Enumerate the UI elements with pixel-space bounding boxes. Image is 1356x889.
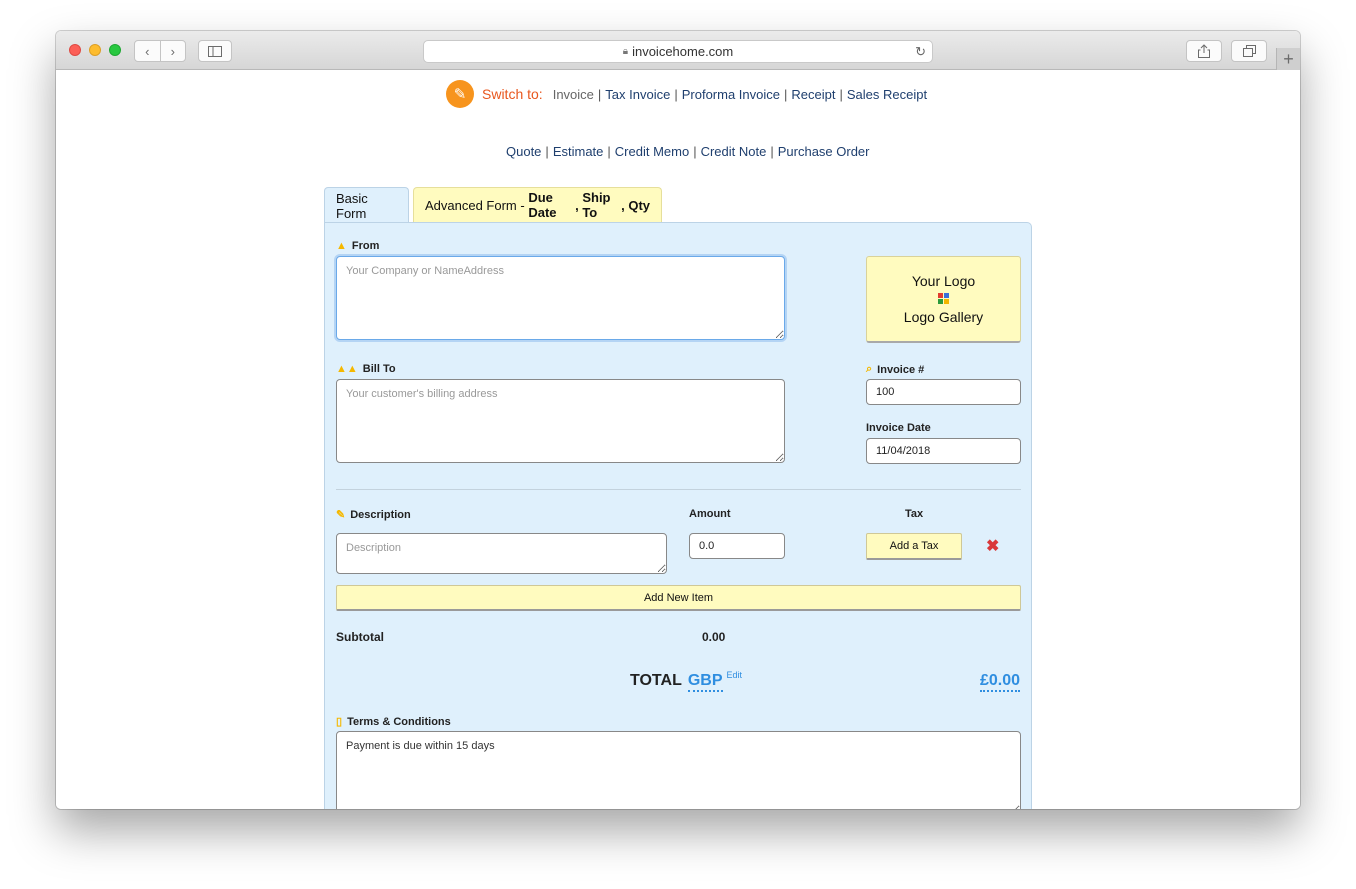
address-url: invoicehome.com [632, 44, 734, 59]
divider [336, 489, 1021, 490]
subtotal-value: 0.00 [702, 630, 726, 644]
zoom-window-button[interactable] [109, 44, 121, 56]
share-icon [1198, 44, 1210, 58]
advanced-tab-comma: , [575, 197, 583, 213]
invoice-date-label: Invoice Date [866, 422, 931, 434]
browser-toolbar: ‹ › 🔒︎ invoicehome.com ↻ + [56, 31, 1300, 70]
terms-field[interactable]: Payment is due within 15 days [336, 731, 1021, 809]
logo-line1: Your Logo [911, 273, 976, 289]
bill-to-field[interactable] [336, 379, 785, 463]
doc-link-credit-note[interactable]: Credit Note [701, 144, 767, 159]
logo-upload-button[interactable]: Your Logo Logo Gallery [866, 256, 1021, 343]
address-bar[interactable]: 🔒︎ invoicehome.com ↻ [423, 40, 933, 63]
doc-link-credit-memo[interactable]: Credit Memo [615, 144, 689, 159]
total-row: TOTAL GBP Edit [630, 670, 743, 692]
terms-label-text: Terms & Conditions [347, 715, 451, 728]
separator: | [693, 143, 697, 159]
doc-link-invoice[interactable]: Invoice [553, 87, 594, 102]
lock-icon: 🔒︎ [622, 46, 629, 57]
forward-icon[interactable]: › [159, 41, 186, 61]
pencil-icon: ✎ [446, 80, 474, 108]
advanced-tab-comma: , [621, 197, 629, 213]
subtotal-label: Subtotal [336, 630, 384, 644]
tax-label: Tax [905, 508, 924, 520]
doc-link-quote[interactable]: Quote [506, 144, 541, 159]
add-new-item-button[interactable]: Add New Item [336, 585, 1021, 611]
total-label: TOTAL [630, 672, 682, 689]
from-label-text: From [351, 240, 380, 252]
description-label-text: Description [350, 508, 411, 521]
document-icon: ▯ [336, 716, 343, 728]
invoice-number-label-text: Invoice # [877, 363, 925, 376]
document-switcher: ✎ Switch to: Invoice | Tax Invoice | Pro… [446, 80, 927, 108]
from-label: ▲ From [336, 240, 379, 252]
separator: | [674, 86, 678, 102]
invoice-form: ▲ From Your Logo Logo Gallery ▲▲ Bill To… [324, 222, 1032, 809]
share-button[interactable] [1186, 40, 1222, 62]
doc-link-sales-receipt[interactable]: Sales Receipt [847, 87, 927, 102]
separator: | [545, 143, 549, 159]
amount-label: Amount [689, 508, 731, 520]
separator: | [784, 86, 788, 102]
search-icon: ⌕ [866, 363, 873, 375]
advanced-tab-ship-to: Ship To [582, 190, 611, 220]
sidebar-toggle-button[interactable] [198, 40, 232, 62]
terms-label: ▯ Terms & Conditions [336, 715, 451, 729]
bill-to-label: ▲▲ Bill To [336, 363, 396, 375]
tab-basic-form[interactable]: Basic Form [324, 187, 409, 223]
delete-item-icon[interactable]: ✖ [986, 536, 999, 556]
doc-link-purchase-order[interactable]: Purchase Order [778, 144, 870, 159]
switch-to-label: Switch to: [482, 86, 543, 102]
edit-currency-link[interactable]: Edit [727, 670, 743, 680]
bill-to-label-text: Bill To [362, 363, 396, 375]
page-content: ✎ Switch to: Invoice | Tax Invoice | Pro… [56, 71, 1300, 809]
total-amount[interactable]: £0.00 [980, 672, 1021, 692]
reload-icon[interactable]: ↻ [915, 44, 926, 60]
description-label: ✎ Description [336, 508, 411, 522]
separator: | [607, 143, 611, 159]
separator: | [770, 143, 774, 159]
tab-advanced-form[interactable]: Advanced Form - Due Date , Ship To , Qty [413, 187, 662, 222]
pencil-icon: ✎ [336, 509, 346, 521]
doc-link-tax-invoice[interactable]: Tax Invoice [605, 87, 670, 102]
advanced-tab-qty: Qty [628, 197, 650, 213]
add-tax-button[interactable]: Add a Tax [866, 533, 962, 560]
document-switcher-row2: Quote | Estimate | Credit Memo | Credit … [506, 143, 870, 159]
new-tab-button[interactable]: + [1276, 48, 1300, 70]
invoice-number-field[interactable] [866, 379, 1021, 405]
people-icon: ▲▲ [336, 363, 358, 375]
advanced-tab-due-date: Due Date [528, 190, 557, 220]
doc-link-receipt[interactable]: Receipt [791, 87, 835, 102]
item-amount-field[interactable] [689, 533, 785, 559]
separator: | [597, 86, 602, 102]
show-tabs-button[interactable] [1231, 40, 1267, 62]
close-window-button[interactable] [69, 44, 81, 56]
person-icon: ▲ [336, 240, 347, 252]
browser-window: ‹ › 🔒︎ invoicehome.com ↻ + ✎ Switch to: … [56, 31, 1300, 809]
tabs-icon [1242, 45, 1256, 57]
invoice-number-label: ⌕ Invoice # [866, 363, 924, 376]
separator: | [839, 86, 843, 102]
doc-link-estimate[interactable]: Estimate [553, 144, 604, 159]
minimize-window-button[interactable] [89, 44, 101, 56]
logo-gallery-link[interactable]: Logo Gallery [904, 309, 983, 325]
item-description-field[interactable] [336, 533, 667, 574]
invoice-date-label-text: Invoice Date [866, 422, 931, 434]
history-nav: ‹ › [134, 40, 186, 62]
logo-gallery-icon [938, 293, 949, 304]
invoice-date-field[interactable] [866, 438, 1021, 464]
back-icon[interactable]: ‹ [135, 41, 160, 61]
sidebar-icon [208, 45, 222, 57]
advanced-tab-prefix: Advanced Form - [425, 197, 529, 213]
from-address-field[interactable] [336, 256, 785, 340]
doc-link-proforma-invoice[interactable]: Proforma Invoice [682, 87, 780, 102]
currency-selector[interactable]: GBP [687, 672, 723, 692]
